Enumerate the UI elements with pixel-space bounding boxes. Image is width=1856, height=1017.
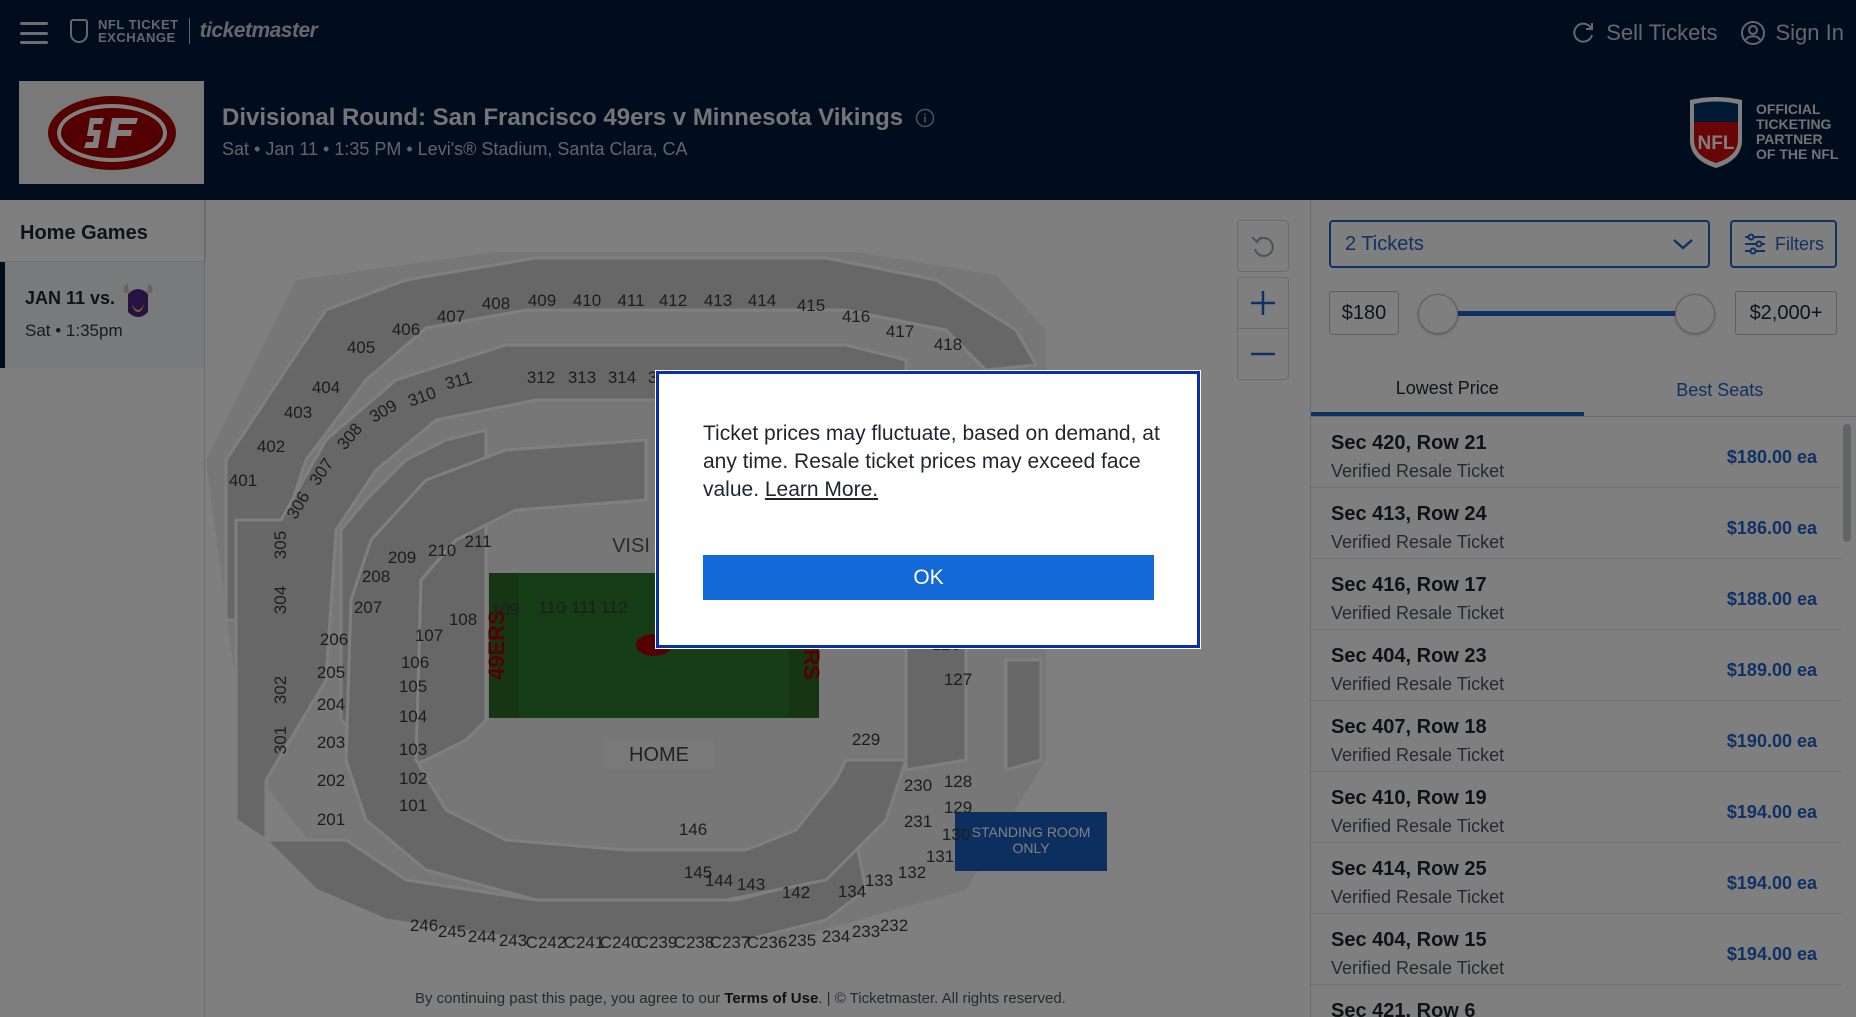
ok-button[interactable]: OK (703, 555, 1154, 600)
price-disclaimer-dialog: Ticket prices may fluctuate, based on de… (655, 370, 1201, 649)
learn-more-link[interactable]: Learn More. (765, 478, 878, 501)
